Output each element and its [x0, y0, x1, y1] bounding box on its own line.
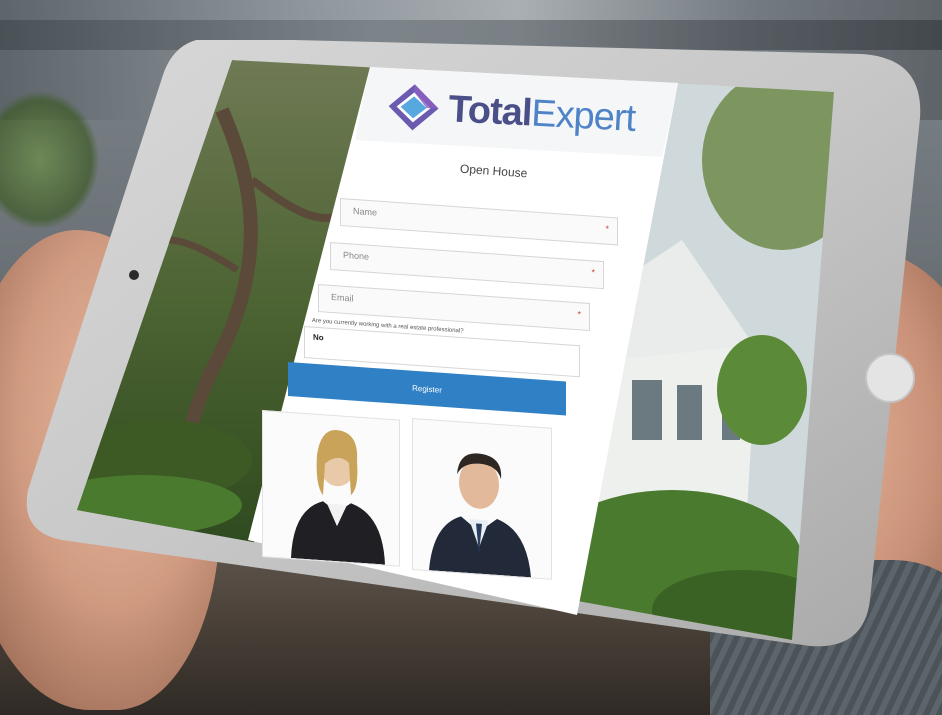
ipad-tablet — [26, 40, 921, 647]
home-button[interactable] — [865, 353, 915, 403]
front-camera — [129, 270, 139, 280]
